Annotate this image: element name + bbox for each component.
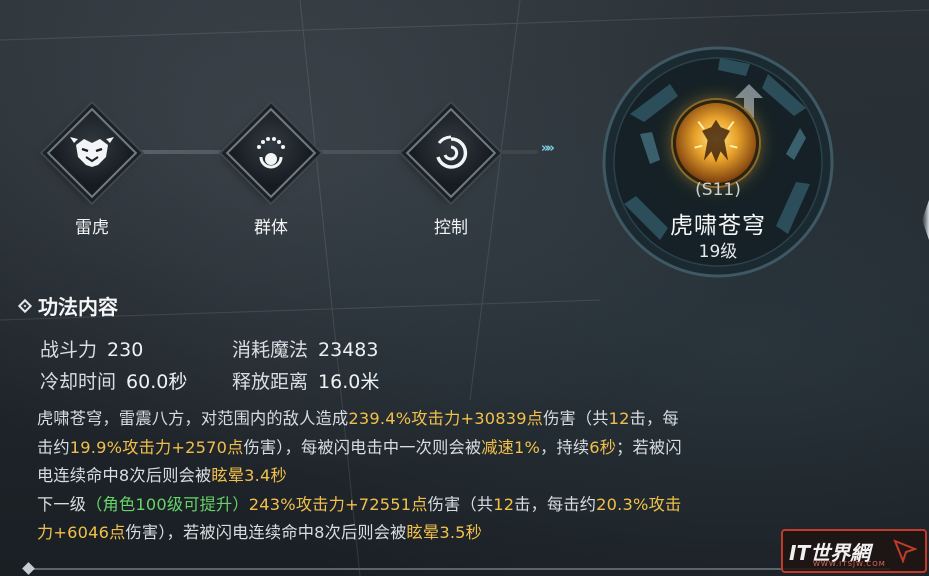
stat-value: 230 [107, 339, 144, 361]
description-highlight: 眩晕3.5秒 [406, 523, 483, 542]
description-text: 伤害），每被闪电击中一次则会被 [243, 437, 482, 457]
description-text: ，持续 [540, 437, 590, 457]
track-node-qunti[interactable]: 群体 [206, 107, 336, 238]
description-highlight: 243%攻击力+72551点 [248, 494, 428, 514]
stat-key: 释放距离 [232, 371, 309, 393]
description-highlight: 19.9%攻击力+2570点 [69, 437, 244, 457]
track-arrows: »» [541, 141, 555, 156]
description-highlight: 12 [493, 494, 515, 514]
description-line-2: 击约19.9%攻击力+2570点伤害），每被闪电击中一次则会被减速1%，持续6秒… [37, 434, 877, 463]
track-node-kongzhi[interactable]: 控制 [386, 107, 516, 238]
node-label: 雷虎 [75, 218, 109, 238]
description-highlight: 6秒 [589, 437, 617, 457]
skill-level: 19级 [698, 242, 738, 262]
stat-mana-cost: 消耗魔法 23483 [232, 335, 378, 362]
description-text: 伤害），若被闪电连续命中8次后则会被 [125, 523, 407, 542]
section-title-text: 功法内容 [38, 295, 118, 319]
tiger-roar-skill-icon[interactable] [673, 100, 759, 186]
section-title: 功法内容 [17, 291, 118, 320]
description-highlight: 12 [608, 409, 630, 428]
description-highlight: 减速1% [481, 437, 541, 457]
stat-value: 23483 [318, 339, 379, 361]
stat-key: 冷却时间 [40, 371, 117, 393]
description-line-3: 电连续命中8次后则会被眩晕3.4秒 [37, 462, 877, 491]
description-text: 击，每 [629, 409, 679, 428]
description-text: 击，每击约 [514, 494, 597, 514]
bottom-divider [30, 568, 890, 570]
description-text: 击约 [37, 437, 70, 457]
stat-key: 消耗魔法 [232, 339, 309, 361]
watermark-subtext: WWW.ITSJW.COM [813, 560, 886, 568]
node-label: 群体 [254, 218, 288, 238]
description-text: ；若被闪 [616, 437, 682, 457]
skill-code: (S11) [695, 180, 741, 200]
skill-name: 虎啸苍穹 [670, 213, 766, 239]
group-icon [257, 137, 285, 169]
stat-key: 战斗力 [40, 339, 98, 361]
description-text: 虎啸苍穹，雷震八方，对范围内的敌人造成 [37, 409, 349, 428]
cursor-arrow-icon [893, 539, 917, 563]
description-text: 下一级 [37, 494, 87, 514]
description-text: 电连续命中8次后则会被 [37, 466, 212, 485]
description-line-5: 力+6046点伤害），若被闪电连续命中8次后则会被眩晕3.5秒 [37, 519, 877, 548]
description-highlight: 20.3%攻击 [596, 494, 682, 514]
description-highlight: 239.4%攻击力+30839点 [348, 409, 544, 428]
stat-range: 释放距离 16.0米 [232, 367, 379, 394]
track-node-leihu[interactable]: 雷虎 [27, 107, 157, 238]
tiger-icon [70, 137, 114, 167]
description-text: 伤害（共 [427, 494, 494, 514]
stat-cooldown: 冷却时间 60.0秒 [40, 367, 187, 394]
watermark-logo: IT世界網 WWW.ITSJW.COM [781, 529, 927, 573]
control-swirl-icon [436, 135, 468, 169]
description-highlight: 力+6046点 [37, 523, 126, 542]
description-highlight: 眩晕3.4秒 [211, 466, 287, 485]
description-highlight: （角色100级可提升） [86, 494, 249, 514]
stat-value: 16.0米 [318, 371, 380, 393]
description-text: 伤害（共 [543, 409, 609, 428]
description-line-1: 虎啸苍穹，雷震八方，对范围内的敌人造成239.4%攻击力+30839点伤害（共1… [37, 405, 877, 434]
stat-value: 60.0秒 [126, 371, 188, 393]
description-line-4: 下一级（角色100级可提升）243%攻击力+72551点伤害（共12击，每击约2… [37, 491, 877, 520]
stat-power: 战斗力 230 [40, 335, 143, 362]
diamond-marker-icon [17, 298, 33, 313]
skill-description: 虎啸苍穹，雷震八方，对范围内的敌人造成239.4%攻击力+30839点伤害（共1… [37, 405, 877, 548]
node-label: 控制 [434, 218, 468, 238]
